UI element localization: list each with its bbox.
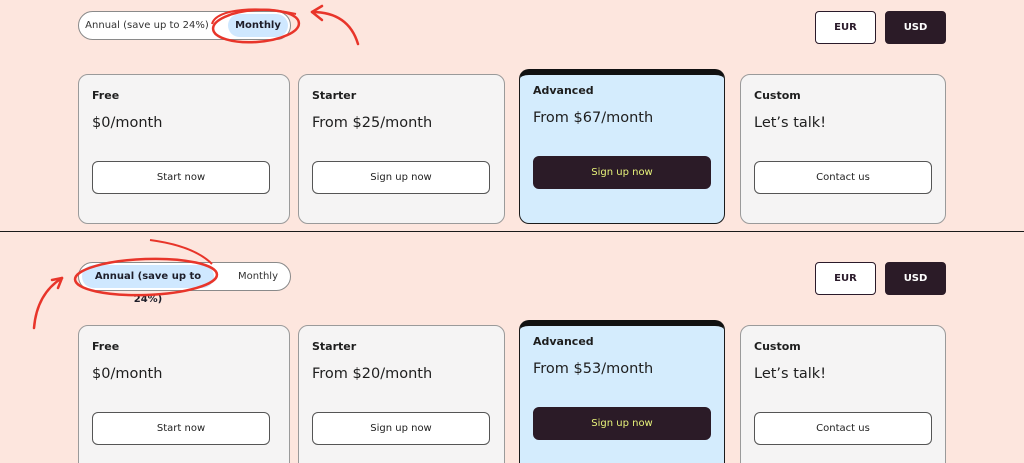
plan-name: Starter bbox=[312, 89, 357, 102]
plan-price: Let’s talk! bbox=[754, 366, 827, 382]
plan-price: From $20/month bbox=[312, 366, 433, 382]
pricing-panel-monthly: Annual (save up to 24%) Monthly EUR USD … bbox=[0, 0, 1024, 231]
plan-price: From $25/month bbox=[312, 115, 433, 131]
contact-us-button[interactable]: Contact us bbox=[754, 161, 932, 194]
plan-card-starter: Starter From $20/month Sign up now bbox=[298, 325, 505, 463]
usd-button[interactable]: USD bbox=[885, 262, 946, 295]
plan-card-custom: Custom Let’s talk! Contact us bbox=[740, 74, 946, 224]
sign-up-button[interactable]: Sign up now bbox=[312, 412, 490, 445]
plan-name: Custom bbox=[754, 89, 801, 102]
eur-button[interactable]: EUR bbox=[815, 11, 876, 44]
plan-name: Custom bbox=[754, 340, 801, 353]
plan-name: Advanced bbox=[533, 84, 594, 97]
billing-toggle: Annual (save up to 24%) Monthly bbox=[78, 11, 291, 40]
plan-price: $0/month bbox=[92, 366, 163, 382]
plan-name: Advanced bbox=[533, 335, 594, 348]
plan-price: Let’s talk! bbox=[754, 115, 827, 131]
sign-up-button[interactable]: Sign up now bbox=[533, 156, 711, 189]
plan-name: Free bbox=[92, 340, 120, 353]
pricing-panel-annual: Annual (save up to 24%) Monthly EUR USD … bbox=[0, 232, 1024, 463]
contact-us-button[interactable]: Contact us bbox=[754, 412, 932, 445]
annual-option[interactable]: Annual (save up to 24%) bbox=[82, 14, 212, 37]
plan-name: Starter bbox=[312, 340, 357, 353]
sign-up-button[interactable]: Sign up now bbox=[312, 161, 490, 194]
plan-price: From $53/month bbox=[533, 361, 654, 377]
usd-button[interactable]: USD bbox=[885, 11, 946, 44]
start-now-button[interactable]: Start now bbox=[92, 161, 270, 194]
plan-card-custom: Custom Let’s talk! Contact us bbox=[740, 325, 946, 463]
sign-up-button[interactable]: Sign up now bbox=[533, 407, 711, 440]
billing-toggle: Annual (save up to 24%) Monthly bbox=[78, 262, 291, 305]
plan-card-advanced: Advanced From $67/month Sign up now bbox=[519, 69, 725, 224]
start-now-button[interactable]: Start now bbox=[92, 412, 270, 445]
plan-price: $0/month bbox=[92, 115, 163, 131]
monthly-option[interactable]: Monthly bbox=[228, 265, 288, 288]
plan-card-free: Free $0/month Start now bbox=[78, 74, 290, 224]
monthly-option[interactable]: Monthly bbox=[228, 14, 288, 37]
annual-option[interactable]: Annual (save up to 24%) bbox=[82, 265, 214, 305]
plan-card-free: Free $0/month Start now bbox=[78, 325, 290, 463]
plan-card-advanced: Advanced From $53/month Sign up now bbox=[519, 320, 725, 463]
eur-button[interactable]: EUR bbox=[815, 262, 876, 295]
plan-name: Free bbox=[92, 89, 120, 102]
plan-price: From $67/month bbox=[533, 110, 654, 126]
plan-card-starter: Starter From $25/month Sign up now bbox=[298, 74, 505, 224]
